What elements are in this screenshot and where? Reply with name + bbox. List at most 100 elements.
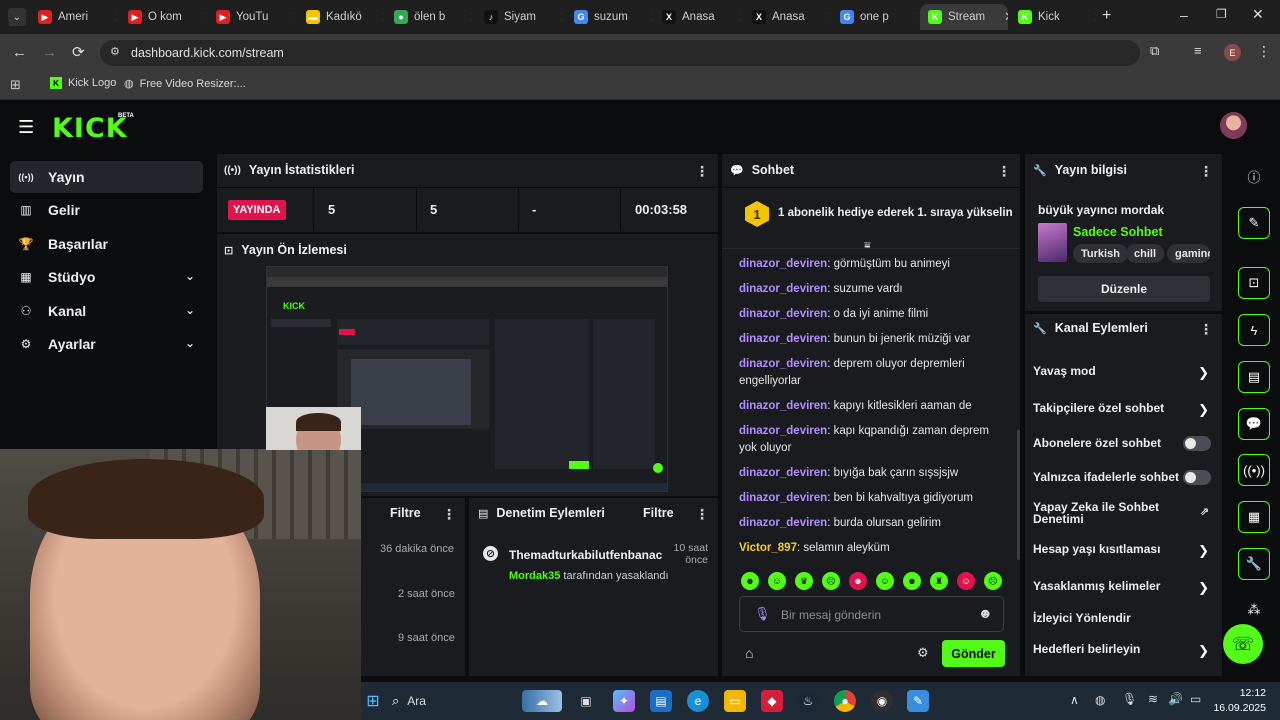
kick-logo[interactable]: KICK <box>52 113 128 144</box>
toggle-switch[interactable] <box>1183 470 1211 485</box>
tab-close-icon[interactable]: ✕ <box>1004 9 1008 25</box>
chrome-icon[interactable]: ● <box>834 690 856 712</box>
chat-username[interactable]: dinazor_deviren <box>739 492 827 504</box>
user-avatar[interactable] <box>1220 112 1247 139</box>
tab-close-icon[interactable]: ✕ <box>916 9 918 25</box>
obs-icon[interactable]: ◉ <box>871 690 893 712</box>
channel-action[interactable]: Hesap yaşı kısıtlaması ❯ <box>1033 543 1213 558</box>
chat-username[interactable]: dinazor_deviren <box>739 517 827 529</box>
emote-icon[interactable]: ☺ <box>957 572 975 590</box>
menu-icon[interactable]: ☰ <box>18 117 34 138</box>
log-more-icon[interactable]: ⋮ <box>442 506 456 523</box>
channel-action[interactable]: Yavaş mod ❯ <box>1033 365 1213 380</box>
emote-icon[interactable]: ☺ <box>768 572 786 590</box>
broadcast-rail-icon[interactable]: ((•)) <box>1238 454 1270 486</box>
tab-close-icon[interactable]: ✕ <box>382 9 384 25</box>
moderation-filter-button[interactable]: Filtre <box>643 506 674 520</box>
tray-chevron-icon[interactable]: ∧ <box>1070 693 1079 707</box>
browser-menu-icon[interactable]: ⋮ <box>1257 43 1271 60</box>
minimize-button[interactable]: – <box>1180 7 1188 23</box>
browser-tab[interactable]: ● ölen b ✕ <box>386 4 472 30</box>
steam-icon[interactable]: ♨ <box>797 690 819 712</box>
game-icon[interactable]: ◆ <box>761 690 783 712</box>
task-view-icon[interactable]: ▣ <box>575 690 597 712</box>
actions-more-icon[interactable]: ⋮ <box>1199 321 1213 338</box>
tab-close-icon[interactable]: ✕ <box>738 9 740 25</box>
mic-tray-icon[interactable]: 🎙 <box>1122 692 1137 706</box>
chat-username[interactable]: dinazor_deviren <box>739 400 827 412</box>
chat-input[interactable]: 🎙 Bir mesaj gönderin ☻ <box>739 596 1004 632</box>
emote-icon[interactable]: ☻ <box>741 572 759 590</box>
store-icon[interactable]: ⌂ <box>745 645 753 661</box>
notes-icon[interactable]: ▤ <box>1238 361 1270 393</box>
chat-username[interactable]: dinazor_deviren <box>739 283 827 295</box>
browser-tab[interactable]: X Anasa ✕ <box>744 4 830 30</box>
edit-button[interactable]: Düzenle <box>1038 276 1210 302</box>
tab-close-icon[interactable]: ✕ <box>114 9 116 25</box>
info-more-icon[interactable]: ⋮ <box>1199 163 1213 180</box>
file-explorer-icon[interactable]: ▭ <box>724 690 746 712</box>
chat-username[interactable]: Victor_897 <box>739 542 797 554</box>
moderation-more-icon[interactable]: ⋮ <box>695 506 709 523</box>
sidebar-item-kanal[interactable]: ⚇ Kanal ⌄ <box>10 295 203 327</box>
battery-icon[interactable]: ▭ <box>1190 692 1201 706</box>
emoji-icon[interactable]: ☻ <box>978 605 993 621</box>
bookmark-video-resizer[interactable]: ◍ Free Video Resizer:... <box>124 77 246 91</box>
browser-tab[interactable]: Gone p ✕ <box>832 4 918 30</box>
edge-icon[interactable]: e <box>687 690 709 712</box>
channel-action[interactable]: Abonelere özel sohbet <box>1033 436 1213 451</box>
chat-username[interactable]: dinazor_deviren <box>739 308 827 320</box>
tab-close-icon[interactable]: ✕ <box>292 9 294 25</box>
info-icon[interactable]: ⓘ <box>1238 160 1270 192</box>
chat-username[interactable]: dinazor_deviren <box>739 258 827 270</box>
extensions-icon[interactable]: ⧉ <box>1150 43 1159 59</box>
wifi-icon[interactable]: ≋ <box>1148 692 1158 706</box>
emote-icon[interactable]: ♛ <box>795 572 813 590</box>
emote-icon[interactable]: ☻ <box>903 572 921 590</box>
copilot-icon[interactable]: ✦ <box>613 690 635 712</box>
start-icon[interactable]: ⊞ <box>362 690 384 712</box>
pencil-icon[interactable]: ✎ <box>1238 207 1270 239</box>
weather-widget-icon[interactable]: ☁ <box>522 690 562 712</box>
tab-close-icon[interactable]: ✕ <box>828 9 830 25</box>
emote-icon[interactable]: ☹ <box>822 572 840 590</box>
channel-action[interactable]: Takipçilere özel sohbet ❯ <box>1033 402 1213 417</box>
channel-action[interactable]: Yalnızca ifadelerle sohbet <box>1033 470 1213 485</box>
tray-app-icon[interactable]: ◍ <box>1095 693 1105 707</box>
back-icon[interactable]: ← <box>12 44 27 61</box>
tag-chill[interactable]: chill <box>1126 244 1165 263</box>
channel-action[interactable]: İzleyici Yönlendir <box>1033 612 1213 624</box>
profile-avatar[interactable]: E <box>1224 44 1241 61</box>
tab-close-icon[interactable]: ✕ <box>650 9 652 25</box>
tag-gaming[interactable]: gaming <box>1167 244 1210 263</box>
category-thumbnail[interactable] <box>1038 223 1067 262</box>
camera-icon[interactable]: ⊡ <box>1238 267 1270 299</box>
emote-icon[interactable]: ☺ <box>876 572 894 590</box>
channel-action[interactable]: Hedefleri belirleyin ❯ <box>1033 643 1213 658</box>
chat-bubble-icon[interactable]: 💬 <box>1238 408 1270 440</box>
taskbar-search[interactable]: ⌕ Ara <box>386 688 516 714</box>
browser-tab[interactable]: ▶ O kom ✕ <box>120 4 206 30</box>
chat-settings-icon[interactable]: ⚙ <box>917 645 929 661</box>
tag-turkish[interactable]: Turkish <box>1073 244 1128 263</box>
sidebar-item-gelir[interactable]: ▥ Gelir <box>10 194 203 226</box>
support-button[interactable]: ☏ <box>1223 624 1263 664</box>
tab-close-icon[interactable]: ✕ <box>204 9 206 25</box>
emote-icon[interactable]: ☹ <box>984 572 1002 590</box>
volume-icon[interactable]: 🔊 <box>1168 692 1183 706</box>
moderation-entry-user[interactable]: Themadturkabilutfenbanac <box>509 548 662 562</box>
tab-close-icon[interactable]: ✕ <box>470 9 472 25</box>
browser-tab[interactable]: ♪ Siyam ✕ <box>476 4 562 30</box>
media-icon[interactable]: ≡ <box>1194 43 1202 58</box>
tools-icon[interactable]: 🔧 <box>1238 548 1270 580</box>
stats-more-icon[interactable]: ⋮ <box>695 163 709 180</box>
forward-icon[interactable]: → <box>42 44 57 61</box>
chat-username[interactable]: dinazor_deviren <box>739 467 827 479</box>
photos-icon[interactable]: ✎ <box>907 690 929 712</box>
chat-more-icon[interactable]: ⋮ <box>997 163 1011 180</box>
lightning-icon[interactable]: ϟ <box>1238 314 1270 346</box>
address-bar[interactable]: ⚙ dashboard.kick.com/stream <box>100 40 1140 66</box>
tab-search-button[interactable]: ⌄ <box>8 8 26 26</box>
clock-time[interactable]: 12:12 <box>1236 687 1266 699</box>
emote-icon[interactable]: ☻ <box>849 572 867 590</box>
